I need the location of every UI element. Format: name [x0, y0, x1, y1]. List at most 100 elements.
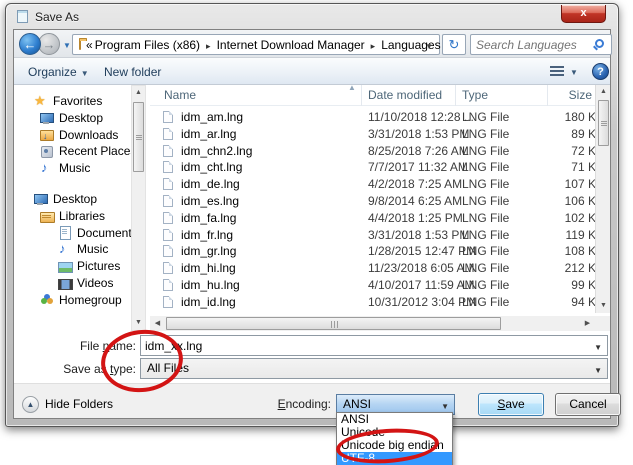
date-modified-cell: 4/4/2018 1:25 PM: [368, 210, 463, 225]
list-horizontal-scrollbar[interactable]: ◀ ▶: [150, 316, 595, 331]
list-vertical-scrollbar[interactable]: ▲ ▼: [595, 85, 610, 313]
column-header-type[interactable]: Type: [456, 85, 548, 106]
sidebar-item[interactable]: Desktop: [14, 110, 131, 127]
table-row[interactable]: idm_gr.lng 1/28/2015 12:47 PM LNG File 1…: [150, 243, 610, 260]
table-row[interactable]: idm_am.lng 11/10/2018 12:28 ... LNG File…: [150, 109, 610, 126]
file-name-combobox[interactable]: ▼: [140, 335, 608, 356]
page-icon: [163, 295, 173, 308]
combo-arrow-icon[interactable]: ▼: [594, 366, 602, 375]
breadcrumb-crumbs: Program Files (x86) ▸ Internet Download Ma…: [95, 38, 457, 52]
chevron-right-icon[interactable]: ▸: [365, 41, 382, 51]
search-input[interactable]: [476, 36, 588, 53]
sidebar-item[interactable]: Music: [14, 241, 131, 258]
size-cell: 107 KB: [564, 177, 604, 192]
table-row[interactable]: idm_chn2.lng 8/25/2018 7:26 AM LNG File …: [150, 143, 610, 160]
sidebar-item[interactable]: Pictures: [14, 258, 131, 275]
scroll-up-icon[interactable]: ▲: [132, 86, 145, 100]
column-header-size[interactable]: Size: [548, 85, 599, 106]
sidebar-item[interactable]: Homegroup: [14, 292, 131, 309]
scroll-right-icon[interactable]: ▶: [580, 316, 595, 331]
scroll-left-icon[interactable]: ◀: [150, 316, 165, 331]
column-header-name[interactable]: Name: [150, 85, 362, 106]
sidebar-item[interactable]: Downloads: [14, 127, 131, 145]
scroll-up-icon[interactable]: ▲: [597, 85, 610, 99]
sidebar-item-icon: [58, 260, 73, 274]
breadcrumb-item[interactable]: Program Files (x86): [95, 38, 200, 52]
view-options-caret-icon[interactable]: ▼: [570, 68, 578, 77]
sidebar-item[interactable]: Documents: [14, 225, 131, 242]
type-cell: LNG File: [462, 210, 510, 225]
size-cell: 108 KB: [564, 244, 604, 259]
list-scrollbar-thumb[interactable]: [598, 100, 609, 146]
table-row[interactable]: idm_de.lng 4/2/2018 7:25 AM LNG File 107…: [150, 176, 610, 193]
combo-arrow-icon[interactable]: ▼: [594, 343, 602, 352]
file-name-cell: idm_am.lng: [181, 110, 244, 124]
search-box[interactable]: [470, 34, 612, 55]
sidebar-item[interactable]: Libraries: [14, 208, 131, 225]
breadcrumb-dropdown-icon[interactable]: ▼: [425, 42, 433, 51]
organize-button[interactable]: Organize ▼: [28, 63, 89, 81]
cancel-button[interactable]: Cancel: [555, 393, 621, 416]
new-folder-button[interactable]: New folder: [104, 63, 161, 81]
horizontal-scrollbar-thumb[interactable]: [166, 317, 501, 330]
table-row[interactable]: idm_cht.lng 7/7/2017 11:32 AM LNG File 7…: [150, 159, 610, 176]
view-list-icon[interactable]: [550, 65, 564, 77]
table-row[interactable]: idm_es.lng 9/8/2014 6:25 AM LNG File 106…: [150, 193, 610, 210]
nav-history-caret-icon[interactable]: ▼: [63, 41, 71, 50]
scroll-down-icon[interactable]: ▼: [132, 316, 145, 330]
table-row[interactable]: idm_fa.lng 4/4/2018 1:25 PM LNG File 102…: [150, 210, 610, 227]
size-cell: 102 KB: [564, 210, 604, 225]
forward-button[interactable]: →: [38, 33, 60, 55]
scrollbar-corner: [595, 316, 610, 331]
table-row[interactable]: idm_ar.lng 3/31/2018 1:53 PM LNG File 89…: [150, 126, 610, 143]
sidebar-scrollbar[interactable]: ▲ ▼: [131, 85, 146, 331]
sidebar-item[interactable]: Desktop: [14, 191, 131, 208]
table-row[interactable]: idm_hi.lng 11/23/2018 6:05 AM LNG File 2…: [150, 260, 610, 277]
sidebar-item-label: Music: [77, 242, 109, 257]
scroll-down-icon[interactable]: ▼: [597, 299, 610, 313]
save-as-type-combobox[interactable]: All Files ▼: [140, 358, 608, 379]
titlebar[interactable]: Save As x: [6, 4, 618, 29]
breadcrumb-overflow[interactable]: «: [86, 38, 93, 52]
table-row[interactable]: idm_id.lng 10/31/2012 3:04 PM LNG File 9…: [150, 294, 610, 311]
encoding-option[interactable]: UTF-8: [337, 452, 452, 465]
sidebar-item[interactable]: Videos: [14, 275, 131, 292]
breadcrumb[interactable]: « Program Files (x86) ▸ Internet Download …: [72, 34, 451, 55]
sidebar-item[interactable]: [14, 177, 131, 191]
sidebar-item-label: Libraries: [59, 208, 106, 223]
size-cell: 119 KB: [565, 227, 604, 242]
help-button[interactable]: ?: [592, 63, 609, 80]
hide-folders-button[interactable]: ▲ Hide Folders: [22, 394, 113, 414]
sidebar-scrollbar-thumb[interactable]: [133, 102, 144, 172]
refresh-button[interactable]: ↻: [442, 34, 466, 55]
navigation-pane: Favorites Desktop Downloads Recent Place…: [14, 85, 131, 331]
table-row[interactable]: idm_fr.lng 3/31/2018 1:53 PM LNG File 11…: [150, 227, 610, 244]
back-button[interactable]: ←: [19, 33, 41, 55]
sidebar-item-icon: [40, 128, 54, 145]
file-name-cell: idm_chn2.lng: [181, 143, 253, 158]
command-toolbar: Organize ▼ New folder ▼ ?: [14, 58, 610, 85]
chevron-right-icon[interactable]: ▸: [200, 41, 217, 51]
page-icon: [163, 194, 173, 207]
back-icon: ←: [23, 37, 37, 52]
date-modified-cell: 9/8/2014 6:25 AM: [368, 193, 463, 208]
breadcrumb-item[interactable]: Internet Download Manager: [217, 38, 365, 52]
dialog-client-area: ← → ▼ « Program Files (x86) ▸ Internet Dow…: [13, 29, 621, 419]
sidebar-item-icon: [40, 294, 54, 307]
close-button[interactable]: x: [561, 5, 606, 23]
column-header-date-modified[interactable]: Date modified: [362, 85, 456, 106]
page-icon: [163, 278, 173, 291]
save-button[interactable]: Save: [478, 393, 544, 416]
sidebar-item[interactable]: Recent Places: [14, 143, 131, 160]
table-row[interactable]: idm_hu.lng 4/10/2017 11:59 AM LNG File 9…: [150, 277, 610, 294]
type-cell: LNG File: [462, 193, 510, 208]
file-name-cell: idm_fa.lng: [181, 210, 237, 225]
save-as-type-label: Save as type:: [63, 362, 136, 376]
sidebar-item[interactable]: Music: [14, 160, 131, 177]
page-icon: [163, 178, 173, 191]
file-name-input[interactable]: [145, 337, 575, 354]
hide-folders-label: Hide Folders: [45, 397, 114, 411]
sidebar-item-icon: [34, 93, 48, 110]
document-icon: [17, 10, 28, 23]
sidebar-item[interactable]: Favorites: [14, 93, 131, 110]
